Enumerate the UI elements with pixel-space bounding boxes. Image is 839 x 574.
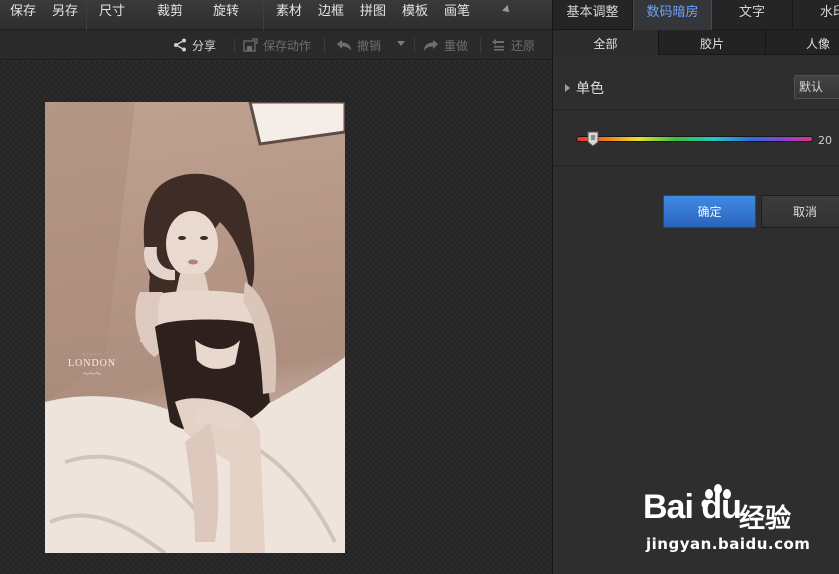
menu-collage[interactable]: 拼图 bbox=[360, 0, 386, 30]
expand-triangle-icon[interactable] bbox=[502, 5, 512, 15]
action-toolbar: 分享 保存动作 撤销 重做 还原 bbox=[0, 30, 552, 60]
menu-brush[interactable]: 画笔 bbox=[444, 0, 470, 30]
subtab-film[interactable]: 胶片 bbox=[659, 30, 766, 55]
menu-template[interactable]: 模板 bbox=[402, 0, 428, 30]
subtab-portrait[interactable]: 人像 bbox=[766, 30, 839, 55]
ok-button[interactable]: 确定 bbox=[663, 195, 756, 228]
jingyan-text: 经验 bbox=[739, 504, 792, 534]
cancel-button[interactable]: 取消 bbox=[761, 195, 839, 228]
menu-border[interactable]: 边框 bbox=[318, 0, 344, 30]
menu-divider bbox=[263, 0, 264, 30]
redo-button[interactable]: 重做 bbox=[423, 30, 468, 60]
jingyan-url: jingyan.baidu.com bbox=[646, 535, 811, 553]
share-button[interactable]: 分享 bbox=[173, 30, 216, 60]
photo-watermark: ◦◦◦◦◦ LONDON ～～～ bbox=[67, 352, 117, 378]
tab-text[interactable]: 文字 bbox=[712, 0, 793, 30]
save-action-button[interactable]: 保存动作 bbox=[243, 30, 311, 60]
hue-slider-track[interactable] bbox=[576, 136, 813, 142]
panel-tabs: 基本调整 数码暗房 文字 水印 bbox=[553, 0, 839, 30]
redo-label: 重做 bbox=[444, 38, 469, 53]
hue-slider-row: 20 bbox=[553, 111, 839, 166]
tab-watermark[interactable]: 水印 bbox=[793, 0, 839, 30]
menu-save[interactable]: 保存 bbox=[10, 0, 36, 30]
undo-button[interactable]: 撤销 bbox=[336, 30, 381, 60]
subtab-all[interactable]: 全部 bbox=[553, 30, 659, 55]
edited-photo[interactable]: ◦◦◦◦◦ LONDON ～～～ bbox=[45, 102, 345, 553]
editor-canvas[interactable]: ◦◦◦◦◦ LONDON ～～～ bbox=[0, 61, 552, 574]
expand-caret-icon[interactable] bbox=[565, 84, 570, 92]
tab-digital-darkroom[interactable]: 数码暗房 bbox=[633, 0, 712, 30]
toolbar-divider bbox=[480, 38, 481, 53]
undo-dropdown-icon[interactable] bbox=[397, 41, 405, 46]
menu-divider bbox=[86, 0, 87, 30]
effect-category-tabs: 全部 胶片 人像 bbox=[553, 30, 839, 55]
toolbar-divider bbox=[324, 38, 325, 53]
menu-crop[interactable]: 裁剪 bbox=[157, 0, 183, 30]
baidu-paw-icon bbox=[701, 484, 731, 509]
share-icon bbox=[174, 38, 186, 52]
watermark-wave: ～～～ bbox=[82, 371, 101, 378]
mono-effect-row[interactable]: 单色 默认 bbox=[553, 66, 839, 110]
restore-icon bbox=[492, 39, 504, 51]
menu-size[interactable]: 尺寸 bbox=[99, 0, 125, 30]
mono-effect-label: 单色 bbox=[576, 81, 604, 97]
save-action-icon bbox=[243, 38, 258, 52]
undo-label: 撤销 bbox=[357, 38, 382, 53]
restore-label: 还原 bbox=[511, 38, 536, 53]
watermark-london: LONDON bbox=[67, 358, 117, 369]
default-button[interactable]: 默认 bbox=[794, 75, 839, 99]
tab-basic-adjust[interactable]: 基本调整 bbox=[553, 0, 633, 30]
slider-thumb[interactable] bbox=[587, 131, 599, 147]
share-label: 分享 bbox=[192, 38, 217, 53]
restore-button[interactable]: 还原 bbox=[491, 30, 535, 60]
undo-icon bbox=[337, 39, 351, 51]
photo-content bbox=[45, 102, 345, 553]
menu-save-as[interactable]: 另存 bbox=[52, 0, 78, 30]
main-menubar: 保存 另存 尺寸 裁剪 旋转 素材 边框 拼图 模板 画笔 bbox=[0, 0, 552, 30]
save-action-label: 保存动作 bbox=[263, 38, 312, 53]
slider-value: 20 bbox=[818, 134, 832, 147]
menu-rotate[interactable]: 旋转 bbox=[213, 0, 239, 30]
baidu-jingyan-watermark: Bai du 经验 jingyan.baidu.com bbox=[643, 484, 833, 564]
redo-icon bbox=[424, 39, 438, 51]
toolbar-divider bbox=[234, 38, 235, 53]
menu-materials[interactable]: 素材 bbox=[276, 0, 302, 30]
toolbar-divider bbox=[414, 38, 415, 53]
